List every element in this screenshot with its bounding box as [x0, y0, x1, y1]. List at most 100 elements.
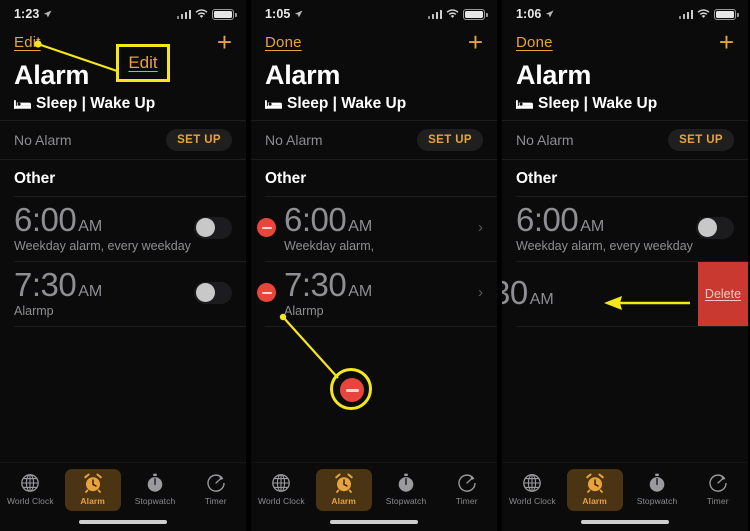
tab-timer[interactable]: Timer [687, 469, 748, 511]
done-button[interactable]: Done [516, 34, 553, 51]
tab-stopwatch[interactable]: Stopwatch [376, 469, 437, 511]
alarm-time: 30 AM [502, 276, 554, 311]
nav-row: Edit + [0, 28, 246, 56]
status-bar-right [427, 8, 488, 20]
swiped-alarm-row[interactable]: 30 AM Delete [502, 261, 748, 326]
no-alarm-row: No Alarm SET UP [0, 121, 246, 159]
tab-world-clock[interactable]: World Clock [251, 469, 312, 511]
phone-panel-1: 1:23 Edit + Alarm Sleep | Wake Up No Ala… [0, 0, 246, 531]
tab-label: Alarm [80, 496, 105, 506]
alarm-clock-icon [585, 473, 604, 493]
set-up-button[interactable]: SET UP [417, 129, 483, 151]
divider [265, 325, 497, 327]
tab-stopwatch[interactable]: Stopwatch [125, 469, 186, 511]
alarm-toggle[interactable] [696, 216, 734, 239]
alarm-time: 7:30 AM [284, 265, 472, 303]
alarm-subtitle: Weekday alarm, [284, 238, 375, 253]
tab-label: World Clock [6, 496, 54, 506]
add-alarm-icon[interactable]: + [468, 29, 483, 55]
alarm-time-value: 7:30 [284, 265, 347, 303]
wifi-icon [697, 9, 710, 18]
sleep-wake-up-row[interactable]: Sleep | Wake Up [251, 93, 497, 120]
bed-icon [516, 100, 533, 109]
alarm-toggle[interactable] [194, 216, 232, 239]
alarm-texts: 7:30 AM Alarmp [14, 265, 194, 318]
alarm-texts: 7:30 AM Alarmp [284, 265, 472, 318]
phone-panel-3: 1:06 Done + Alarm Sleep | Wake Up No Ala… [502, 0, 748, 531]
sleep-wake-up-label: Sleep | Wake Up [287, 95, 407, 112]
location-arrow-icon [295, 10, 303, 18]
tab-bar: World Clock Alarm Stopwatch Timer [502, 462, 748, 531]
no-alarm-row: No Alarm SET UP [251, 121, 497, 159]
battery-icon [463, 8, 488, 20]
tab-timer[interactable]: Timer [436, 469, 497, 511]
delete-button[interactable]: Delete [698, 261, 748, 326]
alarm-time-value: 6:00 [284, 201, 347, 238]
tab-alarm[interactable]: Alarm [566, 469, 623, 511]
done-button[interactable]: Done [265, 34, 302, 51]
tab-alarm[interactable]: Alarm [64, 469, 121, 511]
alarm-meridiem: AM [78, 282, 103, 300]
tab-label: World Clock [508, 496, 556, 506]
alarm-time-value: 7:30 [14, 265, 77, 303]
alarm-clock-icon [334, 473, 353, 493]
alarm-meridiem: AM [580, 218, 605, 235]
tab-bar: World Clock Alarm Stopwatch Timer [0, 462, 246, 531]
add-alarm-icon[interactable]: + [217, 29, 232, 55]
tab-world-clock[interactable]: World Clock [502, 469, 563, 511]
tab-stopwatch[interactable]: Stopwatch [627, 469, 688, 511]
wifi-icon [446, 9, 459, 18]
remove-alarm-icon[interactable] [257, 283, 276, 303]
timer-icon [708, 474, 727, 492]
edit-button[interactable]: Edit [14, 34, 41, 51]
tab-label: Stopwatch [636, 496, 678, 506]
set-up-button[interactable]: SET UP [668, 129, 734, 151]
battery-icon [212, 8, 237, 20]
tab-alarm[interactable]: Alarm [315, 469, 372, 511]
alarm-row[interactable]: 6:00 AM Weekday alarm, every weekday [502, 197, 748, 261]
section-header-other: Other [14, 170, 56, 187]
status-bar: 1:23 [0, 0, 246, 28]
status-bar: 1:06 [502, 0, 748, 28]
cellular-bars-icon [678, 9, 693, 19]
alarm-time: 7:30 AM [14, 265, 194, 303]
stopwatch-icon [398, 473, 414, 492]
alarm-texts: 6:00 AM Weekday alarm, every weekday [14, 202, 194, 253]
sleep-wake-up-row[interactable]: Sleep | Wake Up [502, 93, 748, 120]
alarm-time-value: 6:00 [516, 201, 579, 238]
alarm-row[interactable]: 6:00 AM Weekday alarm, › [251, 197, 497, 261]
remove-alarm-icon[interactable] [257, 218, 276, 238]
alarm-clock-icon [83, 473, 102, 493]
alarm-row[interactable]: 7:30 AM Alarmp › [251, 262, 497, 326]
toggle-knob [195, 283, 215, 303]
tab-label: Timer [455, 496, 478, 506]
alarm-row[interactable]: 7:30 AM Alarmp [0, 262, 246, 326]
status-bar-right [176, 8, 237, 20]
nav-row: Done + [502, 28, 748, 56]
alarm-texts: 6:00 AM Weekday alarm, [284, 201, 472, 253]
stopwatch-icon [649, 473, 665, 492]
no-alarm-label: No Alarm [14, 132, 72, 148]
alarm-toggle[interactable] [194, 281, 232, 304]
tab-world-clock[interactable]: World Clock [0, 469, 61, 511]
status-bar: 1:05 [251, 0, 497, 28]
home-indicator [79, 520, 167, 524]
add-alarm-icon[interactable]: + [719, 29, 734, 55]
tab-label: Timer [204, 496, 227, 506]
location-arrow-icon [44, 10, 52, 18]
alarm-time: 6:00 AM [14, 202, 194, 238]
tab-label: Alarm [331, 496, 356, 506]
set-up-button[interactable]: SET UP [166, 129, 232, 151]
page-title: Alarm [14, 60, 90, 90]
no-alarm-label: No Alarm [265, 132, 323, 148]
alarm-row[interactable]: 6:00 AM Weekday alarm, every weekday [0, 197, 246, 261]
alarm-subtitle: Weekday alarm, every weekday [516, 238, 693, 253]
alarm-subtitle: Alarmp [284, 303, 324, 318]
toggle-knob [697, 218, 717, 238]
sleep-wake-up-row[interactable]: Sleep | Wake Up [0, 93, 246, 120]
wifi-icon [195, 9, 208, 18]
tab-timer[interactable]: Timer [185, 469, 246, 511]
status-bar-left: 1:23 [14, 7, 52, 21]
nav-row: Done + [251, 28, 497, 56]
comparison-screenshot-stage: 1:23 Edit + Alarm Sleep | Wake Up No Ala… [0, 0, 750, 531]
